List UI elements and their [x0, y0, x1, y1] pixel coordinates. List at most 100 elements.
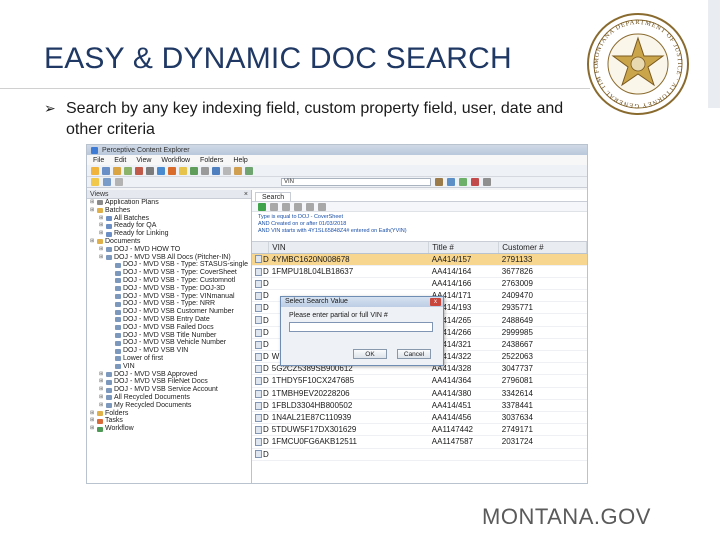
table-row[interactable]: D 1FMCU0FG6AKB12511 AA1147587 2031724	[252, 435, 587, 449]
export-icon[interactable]	[234, 166, 242, 175]
tree-item[interactable]: ⊞ Tasks	[87, 417, 251, 425]
table-row[interactable]: D 5TDUW5F17DX301629 AA1147442 2749171	[252, 423, 587, 437]
menu-file[interactable]: File	[93, 157, 104, 164]
batch-icon[interactable]	[102, 166, 110, 175]
criteria-line[interactable]: AND Created on or after 01/03/2018	[258, 221, 581, 228]
expand-icon[interactable]: ⊞	[99, 378, 104, 386]
menu-edit[interactable]: Edit	[114, 157, 126, 164]
expand-icon[interactable]: ⊞	[99, 215, 104, 223]
tree-item[interactable]: Lower of first	[87, 355, 251, 363]
table-row[interactable]: D 1FBLD3304HB800502 AA414/451 3378441	[252, 399, 587, 412]
expand-icon[interactable]: ⊞	[99, 394, 104, 402]
column-header-icon[interactable]	[252, 242, 270, 254]
cancel-button[interactable]: Cancel	[397, 349, 431, 359]
tree-item[interactable]: DOJ - MVD VSB - Type: DOJ-3D	[87, 285, 251, 293]
expand-icon[interactable]: ⊞	[99, 386, 104, 394]
tree-item[interactable]: ⊞ DOJ - MVD VSB Service Account	[87, 386, 251, 394]
move-up-icon[interactable]	[294, 202, 302, 211]
tree-item[interactable]: DOJ - MVD VSB Failed Docs	[87, 324, 251, 332]
capture-icon[interactable]	[135, 166, 143, 175]
expand-icon[interactable]: ⊞	[90, 199, 95, 207]
tree-item[interactable]: ⊞ Folders	[87, 410, 251, 418]
dialog-close-button[interactable]: x	[430, 298, 441, 306]
expand-icon[interactable]: ⊞	[90, 207, 95, 215]
tree-item[interactable]: ⊞ Batches	[87, 207, 251, 215]
back-icon[interactable]	[115, 178, 123, 186]
column-header-title[interactable]: Title #	[428, 242, 500, 254]
expand-icon[interactable]: ⊞	[90, 238, 95, 246]
table-row[interactable]: D AA414/166 2763009	[252, 277, 587, 291]
options-icon[interactable]	[483, 178, 491, 186]
expand-icon[interactable]: ⊞	[99, 254, 104, 262]
tree-item[interactable]: ⊞ Application Plans	[87, 199, 251, 207]
menu-folders[interactable]: Folders	[200, 157, 223, 164]
edit-criteria-icon[interactable]	[270, 202, 278, 211]
tree-item[interactable]: DOJ - MVD VSB - Type: NRR	[87, 300, 251, 308]
tree-item[interactable]: ⊞ DOJ - MVD VSB All Docs (Pitcher-IN)	[87, 254, 251, 262]
expand-icon[interactable]: ⊞	[90, 425, 95, 433]
tree-item[interactable]: DOJ - MVD VSB Title Number	[87, 332, 251, 340]
workflow-icon[interactable]	[168, 166, 176, 175]
expand-icon[interactable]: ⊞	[99, 402, 104, 410]
move-down-icon[interactable]	[306, 202, 314, 211]
tree-item[interactable]: ⊞ Workflow	[87, 425, 251, 433]
group-icon[interactable]	[318, 202, 326, 211]
stop-icon[interactable]	[471, 178, 479, 186]
filter-icon[interactable]	[223, 166, 231, 175]
tree-item[interactable]: ⊞ Ready for QA	[87, 222, 251, 230]
refresh-icon[interactable]	[245, 166, 253, 175]
tree-item[interactable]: ⊞ DOJ - MVD HOW TO	[87, 246, 251, 254]
expand-icon[interactable]: ⊞	[90, 417, 95, 425]
vin-input[interactable]	[289, 322, 433, 332]
column-header-customer[interactable]: Customer #	[498, 242, 587, 254]
expand-icon[interactable]: ⊞	[90, 410, 95, 418]
document-icon[interactable]	[124, 166, 132, 175]
criteria-line[interactable]: Type is equal to DOJ - CoverSheet	[258, 214, 581, 221]
tree-item[interactable]: ⊞ All Recycled Documents	[87, 394, 251, 402]
list-icon[interactable]	[447, 178, 455, 186]
mail-icon[interactable]	[157, 166, 165, 175]
star-icon[interactable]	[179, 166, 187, 175]
tree-item[interactable]: DOJ - MVD VSB Entry Date	[87, 316, 251, 324]
lightbulb-icon[interactable]	[91, 178, 99, 186]
expand-icon[interactable]: ⊞	[99, 371, 104, 379]
sun-icon[interactable]	[91, 166, 99, 175]
add-criteria-icon[interactable]	[258, 202, 266, 211]
expand-icon[interactable]: ⊞	[99, 222, 104, 230]
tree-item[interactable]: ⊞ All Batches	[87, 215, 251, 223]
task-icon[interactable]	[190, 166, 198, 175]
scrollbar-strip[interactable]	[708, 0, 720, 108]
criteria-line[interactable]: AND VIN starts with 4Y1SL65848Z4# entere…	[258, 228, 581, 235]
menu-help[interactable]: Help	[233, 157, 247, 164]
tree-item[interactable]: ⊞ Ready for Linking	[87, 230, 251, 238]
tree-item[interactable]: DOJ - MVD VSB VIN	[87, 347, 251, 355]
table-row[interactable]: D 1THDY5F10CX247685 AA414/364 2796081	[252, 374, 587, 388]
tree-item[interactable]: DOJ - MVD VSB Vehicle Number	[87, 339, 251, 347]
expand-icon[interactable]: ⊞	[99, 246, 104, 254]
close-icon[interactable]: ×	[244, 190, 248, 199]
tree-item[interactable]: ⊞ My Recycled Documents	[87, 402, 251, 410]
search-icon[interactable]	[212, 166, 220, 175]
folder-icon[interactable]	[113, 166, 121, 175]
run-icon[interactable]	[459, 178, 467, 186]
magnifier-icon[interactable]	[103, 178, 111, 186]
table-row[interactable]: D 4YMBC1620N008678 AA414/157 2791133	[252, 253, 587, 266]
table-row[interactable]: D 1N4AL21E87C110939 AA414/456 3037634	[252, 411, 587, 425]
table-row[interactable]: D	[252, 448, 587, 461]
expand-icon[interactable]: ⊞	[99, 230, 104, 238]
table-row[interactable]: D 1FMPU18L04LB18637 AA414/164 3677826	[252, 265, 587, 278]
delete-criteria-icon[interactable]	[282, 202, 290, 211]
menu-workflow[interactable]: Workflow	[161, 157, 190, 164]
tab-search[interactable]: Search	[255, 192, 292, 201]
tree-item[interactable]: DOJ - MVD VSB - Type: VINmanual	[87, 293, 251, 301]
tree-item[interactable]: ⊞ Documents	[87, 238, 251, 246]
search-drawer-field[interactable]: VIN	[281, 178, 431, 186]
tree-item[interactable]: ⊞ DOJ - MVD VSB Approved	[87, 371, 251, 379]
broom-icon[interactable]	[435, 178, 443, 186]
tree-item[interactable]: DOJ - MVD VSB - Type: STASUS-single	[87, 261, 251, 269]
tree-item[interactable]: ⊞ DOJ - MVD VSB FileNet Docs	[87, 378, 251, 386]
ok-button[interactable]: OK	[353, 349, 387, 359]
menu-view[interactable]: View	[136, 157, 151, 164]
print-icon[interactable]	[146, 166, 154, 175]
tree-item[interactable]: DOJ - MVD VSB - Type: CoverSheet	[87, 269, 251, 277]
